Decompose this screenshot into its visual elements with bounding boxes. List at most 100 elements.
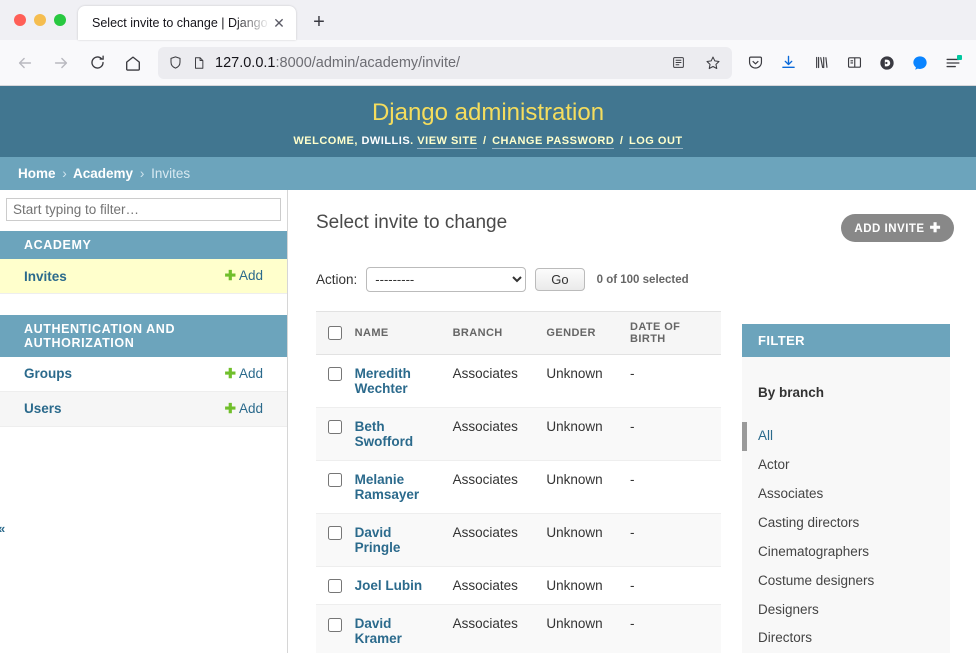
row-name-cell: David Kramer [348, 604, 447, 653]
window-close-button[interactable] [14, 14, 26, 26]
url-bar[interactable]: 127.0.0.1:8000/admin/academy/invite/ [158, 46, 732, 79]
pocket-icon[interactable] [740, 48, 770, 78]
filter-option-actor-link[interactable]: Actor [758, 457, 790, 472]
column-header-branch[interactable]: Branch [446, 311, 541, 355]
sidebar-item-invites[interactable]: Invites ✚ Add [0, 259, 287, 294]
django-admin-page: Django administration Welcome, dwillis. … [0, 86, 976, 653]
reload-icon[interactable] [80, 46, 114, 80]
row-name-link[interactable]: David Pringle [355, 525, 401, 555]
page-info-icon[interactable] [192, 56, 206, 70]
select-all-checkbox[interactable] [328, 326, 342, 340]
sidebar-item-users[interactable]: Users ✚ Add [0, 391, 287, 427]
row-checkbox[interactable] [328, 367, 342, 382]
filter-option-cinematographers[interactable]: Cinematographers [742, 538, 950, 567]
filter-option-costume-designers[interactable]: Costume designers [742, 567, 950, 596]
filter-option-actor[interactable]: Actor [742, 451, 950, 480]
sidebar-item-users-link[interactable]: Users [24, 401, 62, 416]
results-table: Name Branch Gender Date of birth Meredit… [316, 311, 721, 653]
table-row[interactable]: Meredith Wechter Associates Unknown - [316, 354, 721, 408]
row-checkbox[interactable] [328, 526, 342, 541]
app-caption-auth[interactable]: Authentication and Authorization [0, 314, 287, 357]
table-row[interactable]: Beth Swofford Associates Unknown - [316, 407, 721, 461]
sidebar-collapse-toggle[interactable]: « [0, 522, 5, 535]
sidebar-item-groups-link[interactable]: Groups [24, 366, 72, 381]
log-out-link[interactable]: Log out [629, 135, 683, 150]
sidebar-icon[interactable] [839, 48, 869, 78]
add-users-link[interactable]: ✚ Add [225, 401, 263, 416]
site-title: Django administration [371, 99, 605, 126]
library-icon[interactable] [806, 48, 836, 78]
table-row[interactable]: Melanie Ramsayer Associates Unknown - [316, 460, 721, 514]
go-button[interactable]: Go [535, 268, 585, 291]
filter-option-cinematographers-link[interactable]: Cinematographers [758, 544, 869, 559]
close-icon[interactable]: ✕ [270, 14, 288, 32]
filter-option-associates-link[interactable]: Associates [758, 486, 823, 501]
filter-options-list: All Actor Associates Casting directors C… [742, 422, 950, 653]
filter-option-all-link[interactable]: All [758, 428, 773, 443]
row-checkbox[interactable] [328, 579, 342, 594]
user-tools-separator-1: / [482, 135, 487, 148]
window-maximize-button[interactable] [54, 14, 66, 26]
column-header-gender[interactable]: Gender [540, 311, 625, 355]
filter-option-directors[interactable]: Directors [742, 624, 950, 653]
tab-strip: Select invite to change | Django site ✕ … [0, 0, 976, 40]
app-caption-academy[interactable]: Academy [0, 231, 287, 259]
back-icon[interactable] [8, 46, 42, 80]
window-minimize-button[interactable] [34, 14, 46, 26]
breadcrumb-home[interactable]: Home [18, 166, 56, 181]
row-name-link[interactable]: Beth Swofford [355, 419, 414, 449]
table-row[interactable]: David Kramer Associates Unknown - [316, 604, 721, 653]
reader-view-icon[interactable] [665, 50, 691, 76]
forward-icon[interactable] [44, 46, 78, 80]
add-groups-link[interactable]: ✚ Add [225, 366, 263, 381]
breadcrumb-academy[interactable]: Academy [73, 166, 133, 181]
filter-option-designers-link[interactable]: Designers [758, 602, 819, 617]
row-name-link[interactable]: Meredith Wechter [355, 366, 411, 396]
filter-option-directors-link[interactable]: Directors [758, 630, 812, 645]
select-all-header [316, 311, 349, 355]
new-tab-icon[interactable]: + [304, 7, 334, 37]
download-icon[interactable] [773, 48, 803, 78]
home-icon[interactable] [116, 46, 150, 80]
filter-option-associates[interactable]: Associates [742, 480, 950, 509]
filter-option-casting-directors[interactable]: Casting directors [742, 509, 950, 538]
object-tools: Add invite ✚ [841, 214, 954, 242]
app-menu-icon[interactable] [938, 48, 968, 78]
browser-tab[interactable]: Select invite to change | Django site ✕ [78, 6, 296, 40]
actions-toolbar: Action: --------- Go 0 of 100 selected [316, 267, 726, 292]
row-gender-cell: Unknown [540, 513, 625, 567]
filter-option-costume-designers-link[interactable]: Costume designers [758, 573, 874, 588]
account-avatar-icon[interactable] [872, 48, 902, 78]
action-select[interactable]: --------- [366, 267, 527, 292]
filter-option-designers[interactable]: Designers [742, 596, 950, 625]
welcome-text: Welcome, [293, 135, 358, 148]
changelist-layout: Action: --------- Go 0 of 100 selected N… [316, 267, 954, 653]
sidebar-item-groups[interactable]: Groups ✚ Add [0, 356, 287, 392]
filter-option-casting-directors-link[interactable]: Casting directors [758, 515, 859, 530]
change-password-link[interactable]: Change password [492, 135, 615, 150]
messenger-icon[interactable] [905, 48, 935, 78]
sidebar-filter-input[interactable] [6, 198, 281, 221]
row-checkbox[interactable] [328, 617, 342, 632]
table-row[interactable]: Joel Lubin Associates Unknown - [316, 566, 721, 606]
sidebar-item-invites-link[interactable]: Invites [24, 269, 67, 284]
row-dob-cell: - [624, 354, 721, 408]
row-select-cell [316, 513, 349, 567]
column-header-name[interactable]: Name [348, 311, 447, 355]
column-header-dob[interactable]: Date of birth [624, 311, 721, 355]
add-invites-link[interactable]: ✚ Add [225, 268, 263, 283]
view-site-link[interactable]: View site [417, 135, 478, 150]
row-select-cell [316, 354, 349, 408]
sidebar-item-groups-add-cell: ✚ Add [153, 356, 287, 392]
row-checkbox[interactable] [328, 473, 342, 488]
bookmark-star-icon[interactable] [700, 50, 726, 76]
filter-option-all[interactable]: All [742, 422, 950, 451]
row-checkbox[interactable] [328, 420, 342, 435]
plus-icon: ✚ [224, 400, 236, 416]
row-name-link[interactable]: David Kramer [355, 616, 402, 646]
add-invite-button[interactable]: Add invite ✚ [841, 214, 954, 242]
row-name-link[interactable]: Melanie Ramsayer [355, 472, 420, 502]
shield-icon[interactable] [168, 55, 183, 70]
row-name-link[interactable]: Joel Lubin [355, 578, 423, 593]
table-row[interactable]: David Pringle Associates Unknown - [316, 513, 721, 567]
